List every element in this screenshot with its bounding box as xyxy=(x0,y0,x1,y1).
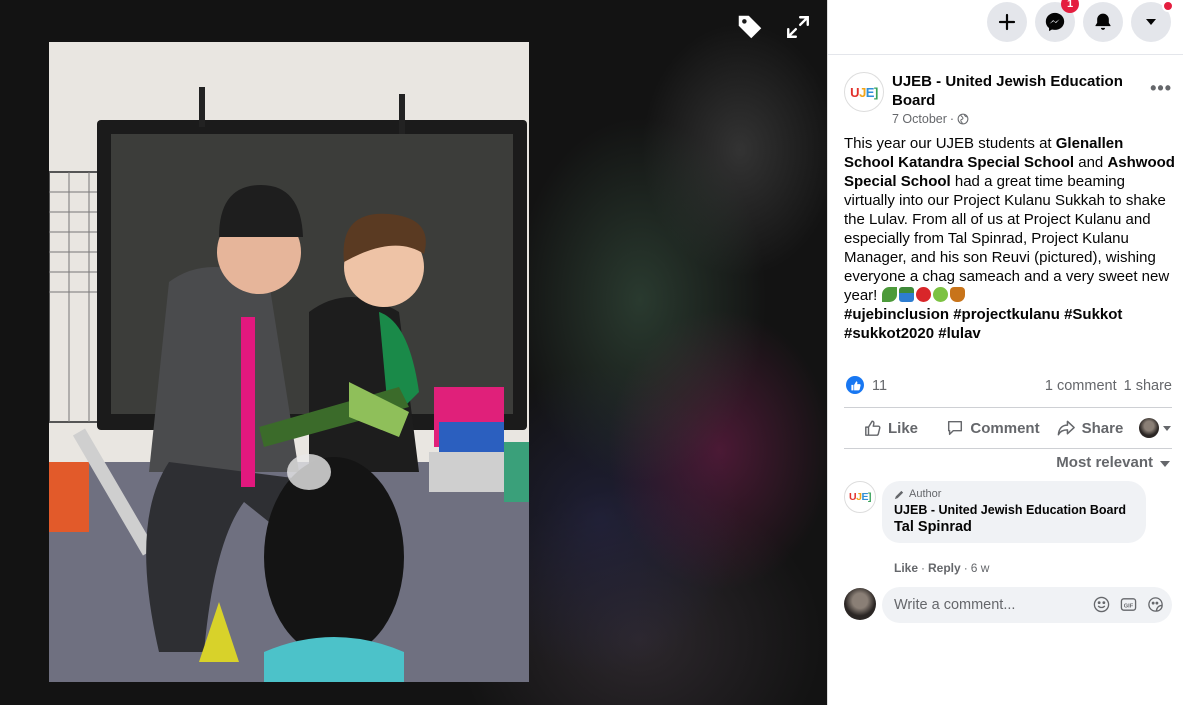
page-avatar[interactable]: U J E] xyxy=(844,72,884,112)
comment-author-name[interactable]: UJEB - United Jewish Education Board xyxy=(894,503,1134,518)
emoji-icon[interactable] xyxy=(1093,596,1110,613)
viewer-toolbar xyxy=(733,10,815,44)
comment-bubble: Author UJEB - United Jewish Education Bo… xyxy=(882,481,1146,543)
caret-down-icon xyxy=(1163,426,1171,431)
account-menu-button[interactable] xyxy=(1131,0,1174,42)
ujeb-logo-letter-e: E xyxy=(865,84,875,100)
hashtag-link[interactable]: #projectkulanu xyxy=(953,306,1060,323)
ujeb-logo-mark: ] xyxy=(873,84,878,100)
create-button[interactable] xyxy=(987,2,1027,42)
emoji-honey-pot-icon xyxy=(949,287,965,302)
expand-icon xyxy=(787,16,809,38)
post-meta: 7 October · xyxy=(892,112,969,126)
notifications-button[interactable] xyxy=(1083,2,1123,42)
engagement-counts: 1 comment 1 share xyxy=(1045,378,1172,394)
identity-avatar xyxy=(1139,418,1159,438)
tag-photo-button[interactable] xyxy=(733,10,767,44)
ujeb-logo-letter-u: U xyxy=(850,84,860,100)
author-badge: Author xyxy=(894,488,1134,500)
caret-down-icon xyxy=(1160,460,1170,467)
photo-illustration xyxy=(49,42,529,682)
more-dots-icon: ••• xyxy=(1150,78,1172,98)
hashtag-link[interactable]: #sukkot2020 xyxy=(844,325,934,342)
post-text-part-1: This year our UJEB students at xyxy=(844,135,1056,152)
comment-label: Comment xyxy=(970,419,1040,437)
ujeb-logo-letter-j: J xyxy=(859,84,866,100)
like-outline-icon xyxy=(865,420,881,436)
post-options-button[interactable]: ••• xyxy=(1150,78,1172,99)
hashtag-link[interactable]: #Sukkot xyxy=(1064,306,1122,323)
emoji-herb-icon xyxy=(881,287,897,302)
globe-icon xyxy=(957,113,969,125)
comment-separator: · xyxy=(963,561,968,575)
sticker-icon[interactable] xyxy=(1147,596,1164,613)
comment-like-link[interactable]: Like xyxy=(894,561,918,575)
tag-icon xyxy=(738,15,762,39)
page-name-link[interactable]: UJEB - United Jewish Education Board xyxy=(892,72,1132,110)
post-actions: Like Comment Share xyxy=(844,407,1172,449)
share-button[interactable]: Share xyxy=(1048,408,1132,448)
reactions-summary: 11 1 comment 1 share xyxy=(844,376,1172,396)
share-count-link[interactable]: 1 share xyxy=(1124,378,1172,394)
author-badge-label: Author xyxy=(909,488,942,500)
like-button[interactable]: Like xyxy=(844,408,938,448)
comment-reply-link[interactable]: Reply xyxy=(928,561,961,575)
bell-icon xyxy=(1095,13,1111,30)
comment-count-link[interactable]: 1 comment xyxy=(1045,378,1117,394)
post-date[interactable]: 7 October xyxy=(892,112,947,126)
pencil-icon xyxy=(894,490,904,499)
comment-author-avatar[interactable]: U J E] xyxy=(844,481,876,513)
emoji-apple-red-icon xyxy=(915,287,931,302)
comment-separator: · xyxy=(921,561,926,575)
account-notification-dot xyxy=(1162,0,1174,12)
comment-composer: GIF xyxy=(844,587,1174,623)
gif-icon[interactable]: GIF xyxy=(1120,596,1137,613)
messenger-button[interactable]: 1 xyxy=(1035,0,1079,42)
meta-separator: · xyxy=(949,112,955,126)
current-user-avatar[interactable] xyxy=(844,588,876,620)
hashtag-link[interactable]: #lulav xyxy=(938,325,981,342)
ujeb-logo-letter-u: U xyxy=(849,491,857,503)
like-reaction-icon[interactable] xyxy=(846,376,864,394)
share-label: Share xyxy=(1081,419,1124,437)
post-text-part-3: had a great time beaming virtually into … xyxy=(844,173,1170,304)
hashtag-link[interactable]: #ujebinclusion xyxy=(844,306,949,323)
comment-sort-dropdown[interactable]: Most relevant xyxy=(1056,454,1171,471)
composer-tools: GIF xyxy=(1093,596,1164,613)
like-count[interactable]: 11 xyxy=(872,378,887,394)
ujeb-logo-mark: ] xyxy=(867,491,872,503)
fullscreen-button[interactable] xyxy=(781,10,815,44)
post-side-panel: 1 U J E] UJEB - United Jewish Education Bo… xyxy=(827,0,1183,705)
sort-label: Most relevant xyxy=(1056,454,1153,471)
top-bar: 1 xyxy=(828,0,1183,55)
emoji-apple-green-icon xyxy=(932,287,948,302)
thumbs-up-icon xyxy=(850,380,861,390)
plus-icon xyxy=(998,13,1016,31)
comment-actions: Like · Reply · 6 w xyxy=(894,561,989,575)
svg-text:GIF: GIF xyxy=(1124,603,1134,609)
comment-button[interactable]: Comment xyxy=(938,408,1048,448)
comment-icon xyxy=(948,420,963,436)
post-text-part-2: and xyxy=(1074,154,1108,171)
comment-time[interactable]: 6 w xyxy=(971,561,990,575)
like-label: Like xyxy=(887,419,918,437)
share-icon xyxy=(1057,420,1075,436)
reaction-identity-selector[interactable] xyxy=(1132,408,1172,448)
messenger-icon xyxy=(1045,12,1065,32)
caret-down-icon xyxy=(1146,19,1156,25)
photo-viewer xyxy=(0,0,827,705)
comment-text[interactable]: Tal Spinrad xyxy=(894,519,1134,535)
messenger-badge: 1 xyxy=(1061,0,1079,13)
emoji-sukkah-icon xyxy=(898,287,914,302)
post-photo[interactable] xyxy=(49,42,529,682)
post-text: This year our UJEB students at Glenallen… xyxy=(844,134,1176,343)
